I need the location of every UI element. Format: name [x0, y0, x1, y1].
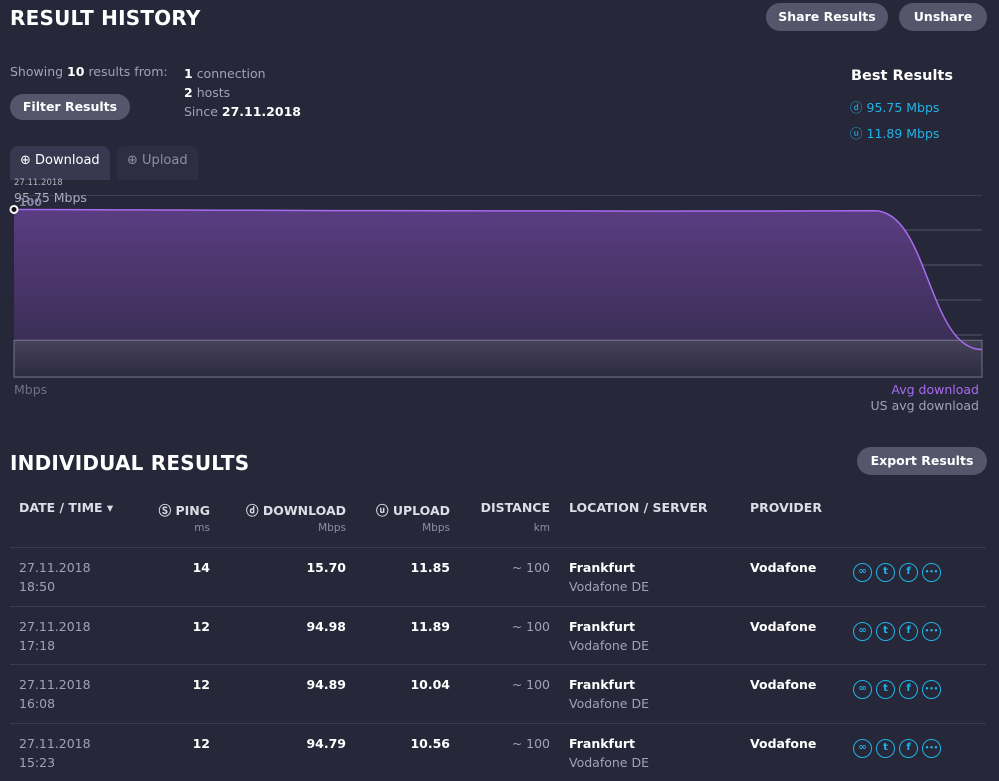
date: 27.11.2018 [19, 677, 91, 692]
column-header[interactable]: ⓤ UPLOAD [376, 500, 450, 519]
tab-download[interactable]: ⊕ Download [10, 146, 110, 180]
download: 94.98 [306, 618, 346, 634]
location: Frankfurt [569, 735, 636, 751]
legend-avg-download: Avg download [891, 382, 979, 397]
column-header[interactable]: ⓓ DOWNLOAD [246, 500, 346, 519]
provider: Vodafone [750, 677, 817, 692]
time: 16:08 [19, 696, 56, 711]
us-avg-area [13, 339, 983, 378]
provider: Vodafone [750, 560, 817, 575]
distance: ~ 100 [511, 735, 550, 751]
server: Vodafone DE [569, 696, 649, 711]
column-unit: Mbps [422, 522, 450, 534]
provider: Vodafone [750, 735, 817, 751]
provider: Vodafone [750, 618, 817, 634]
page-title: RESULT HISTORY [10, 6, 201, 30]
date: 27.11.2018 [19, 735, 91, 751]
y-axis-unit: Mbps [14, 382, 48, 397]
filter-results-button[interactable]: Filter Results [10, 94, 130, 120]
download: 94.79 [306, 735, 346, 751]
best-upload: ⓤ 11.89 Mbps [850, 126, 940, 141]
facebook-icon[interactable]: f [899, 621, 918, 641]
date: 27.11.2018 [19, 618, 91, 634]
facebook-icon[interactable]: f [899, 563, 918, 582]
location: Frankfurt [569, 618, 636, 634]
y-tick-label: 100 [19, 196, 42, 209]
tooltip-date: 27.11.2018 [14, 178, 63, 188]
upload: 10.04 [410, 677, 450, 692]
best-download: ⓓ 95.75 Mbps [850, 100, 940, 115]
more-icon[interactable]: ••• [922, 563, 941, 582]
date: 27.11.2018 [19, 560, 91, 575]
distance: ~ 100 [511, 677, 550, 692]
upload: 11.89 [410, 618, 450, 634]
download-icon: ⓓ [850, 100, 863, 115]
ping: 12 [192, 735, 210, 751]
time: 18:50 [19, 579, 56, 594]
export-results-button[interactable]: Export Results [857, 447, 987, 475]
twitter-icon[interactable]: t [876, 680, 895, 699]
column-unit: Mbps [318, 522, 346, 534]
more-icon[interactable]: ••• [922, 738, 941, 758]
download: 94.89 [306, 677, 346, 692]
twitter-icon[interactable]: t [876, 738, 895, 758]
link-icon[interactable]: ∞ [853, 563, 872, 582]
facebook-icon[interactable]: f [899, 738, 918, 758]
location: Frankfurt [569, 677, 636, 692]
data-point [9, 204, 19, 214]
link-icon[interactable]: ∞ [853, 738, 872, 758]
unshare-button[interactable]: Unshare [899, 3, 987, 31]
twitter-icon[interactable]: t [876, 621, 895, 641]
upload: 10.56 [410, 735, 450, 751]
time: 15:23 [19, 754, 56, 770]
download: 15.70 [306, 560, 346, 575]
column-header[interactable]: PROVIDER [750, 500, 822, 515]
table-row[interactable]: 27.11.2018 18:50 14 15.70 11.85 ~ 100 Frankfur… [10, 547, 986, 605]
distance: ~ 100 [511, 618, 550, 634]
table-row[interactable]: 27.11.2018 17:18 12 94.98 11.89 ~ 100 Frankfur… [10, 605, 986, 664]
server: Vodafone DE [569, 579, 649, 594]
location: Frankfurt [569, 560, 636, 575]
link-icon[interactable]: ∞ [853, 621, 872, 641]
link-icon[interactable]: ∞ [853, 680, 872, 699]
upload-icon: ⓤ [850, 126, 863, 141]
share-results-button[interactable]: Share Results [766, 3, 888, 31]
ping: 12 [192, 618, 210, 634]
ping: 14 [192, 560, 210, 575]
distance: ~ 100 [511, 560, 550, 575]
server: Vodafone DE [569, 754, 649, 770]
table-row[interactable]: 27.11.2018 16:08 12 94.89 10.04 ~ 100 Frankfur… [10, 664, 986, 722]
legend-us-avg-download: US avg download [870, 398, 979, 413]
best-results-title: Best Results [851, 68, 953, 84]
column-unit: km [533, 522, 550, 534]
upload-icon: ⊕ [127, 153, 138, 168]
more-icon[interactable]: ••• [922, 680, 941, 699]
column-header[interactable]: Ⓢ PING [159, 500, 210, 519]
download-icon: ⊕ [20, 153, 31, 168]
ping: 12 [192, 677, 210, 692]
column-header[interactable]: LOCATION / SERVER [569, 500, 708, 515]
table-row[interactable]: 27.11.2018 15:23 12 94.79 10.56 ~ 100 Frankfur… [10, 722, 986, 781]
showing-text: Showing 10 results from: [10, 64, 168, 79]
server: Vodafone DE [569, 637, 649, 653]
more-icon[interactable]: ••• [922, 621, 941, 641]
upload: 11.85 [410, 560, 450, 575]
column-header[interactable]: DATE / TIME ▾ [19, 500, 113, 515]
column-header[interactable]: DISTANCE [481, 500, 550, 515]
facebook-icon[interactable]: f [899, 680, 918, 699]
time: 17:18 [19, 637, 56, 653]
tab-upload[interactable]: ⊕ Upload [117, 146, 198, 180]
summary-details: 1 connection 2 hosts Since 27.11.2018 [184, 66, 301, 119]
individual-results-title: INDIVIDUAL RESULTS [10, 451, 250, 475]
twitter-icon[interactable]: t [876, 563, 895, 582]
download-chart: 20406080100 [9, 195, 983, 378]
column-unit: ms [194, 522, 210, 534]
